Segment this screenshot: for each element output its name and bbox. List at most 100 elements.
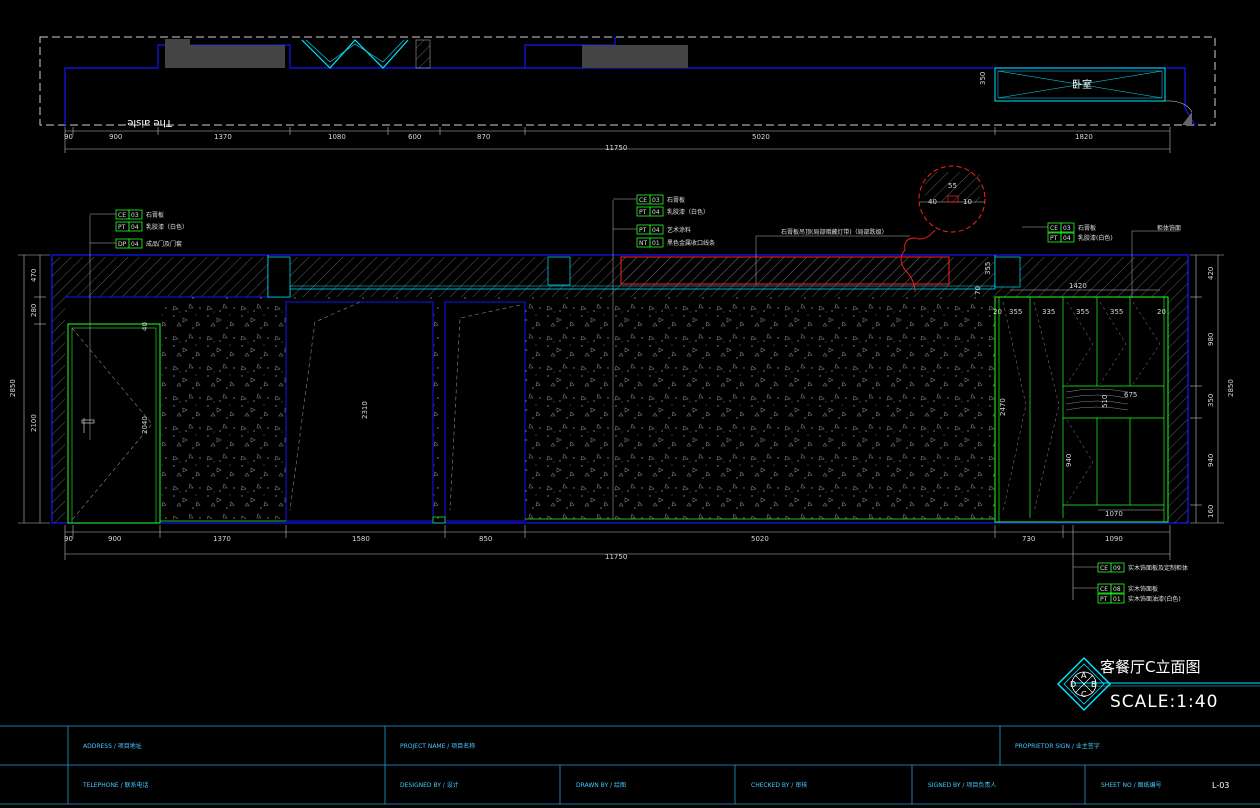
title-block xyxy=(0,725,1260,805)
plan-dim-6: 870 xyxy=(477,133,490,141)
drawing-scale: SCALE:1:40 xyxy=(1110,692,1218,712)
tag-number: 04 xyxy=(131,224,139,231)
ceiling-note: 石膏板吊顶(局部暗藏灯带)（局部跌级） xyxy=(781,228,888,236)
tag-text: 实木饰面油漆(白色) xyxy=(1128,595,1181,603)
cab-height-dim: 2470 xyxy=(999,398,1007,416)
plan-side-dim: 350 xyxy=(979,72,987,85)
plan-dim-total: 11750 xyxy=(605,144,627,152)
opening-2 xyxy=(444,301,526,522)
small-70-dim: 70 xyxy=(974,286,982,295)
plan-door-swing xyxy=(1164,100,1193,113)
tag-text: 乳胶漆(白色) xyxy=(1078,234,1113,242)
right-dim-5: 160 xyxy=(1207,505,1215,518)
material-tag: PT 04 乳胶漆(白色) xyxy=(1047,232,1113,243)
plan-column-2 xyxy=(190,45,285,68)
plan-dim-5: 600 xyxy=(408,133,421,141)
material-tag: NT 01 黑色金属收口线条 xyxy=(636,237,715,248)
tag-code: CE xyxy=(1100,565,1108,572)
tag-number: 04 xyxy=(1063,235,1071,242)
tag-text: 乳胶漆（白色） xyxy=(667,208,709,216)
elev-dim-1: 90 xyxy=(64,535,73,543)
tb-designed: DESIGNED BY / 设计 xyxy=(400,781,459,789)
tag-text: 黑色金属收口线条 xyxy=(667,239,715,247)
tag-code: CE xyxy=(639,197,647,204)
material-tag: DP 04 成品门及门套 xyxy=(115,238,182,249)
cab-lower-dim: 940 xyxy=(1065,454,1073,467)
material-tag: PT 04 艺术涂料 xyxy=(636,224,691,235)
plan-dim-4: 1080 xyxy=(328,133,346,141)
tag-text: 乳胶漆（白色） xyxy=(146,223,188,231)
material-tag: CE 08 实木饰面板 xyxy=(1097,583,1158,594)
opening-1 xyxy=(285,301,434,522)
elev-dim-total: 11750 xyxy=(605,553,627,561)
plan-dim-2: 900 xyxy=(109,133,122,141)
tag-number: 09 xyxy=(1113,565,1121,572)
elev-dim-3: 1370 xyxy=(213,535,231,543)
ceiling-recess-2 xyxy=(547,256,571,286)
cab-col-1: 20 xyxy=(993,308,1002,316)
tb-signed: SIGNED BY / 项目负责人 xyxy=(928,781,996,789)
right-dim-4: 940 xyxy=(1207,454,1215,467)
tb-drawn: DRAWN BY / 绘图 xyxy=(576,781,626,789)
elev-dim-7: 730 xyxy=(1022,535,1035,543)
tb-checked: CHECKED BY / 审核 xyxy=(751,781,807,789)
material-tag: PT 01 实木饰面油漆(白色) xyxy=(1097,593,1181,604)
tag-number: 04 xyxy=(652,227,660,234)
elev-dim-6: 5020 xyxy=(751,535,769,543)
plan-column-3 xyxy=(582,45,688,68)
cab-col-2: 355 xyxy=(1009,308,1022,316)
door-height-dim: 2040 xyxy=(141,416,149,434)
tag-number: 08 xyxy=(1113,586,1121,593)
right-wall-hatch xyxy=(1168,257,1188,523)
tag-text: 实木饰面板及定制柜体 xyxy=(1128,564,1188,572)
left-dim-total: 2850 xyxy=(9,379,17,397)
opening-height-dim: 2310 xyxy=(361,401,369,419)
plan-corner-fill xyxy=(1182,112,1192,125)
tag-number: 04 xyxy=(131,241,139,248)
tb-telephone: TELEPHONE / 联系电话 xyxy=(82,781,149,789)
right-dim-2: 980 xyxy=(1207,333,1215,346)
tag-number: 01 xyxy=(652,240,660,247)
cab-col-4: 355 xyxy=(1076,308,1089,316)
plan-wall-line-2 xyxy=(525,67,1196,126)
plan-stair-marker xyxy=(415,39,431,69)
tag-code: PT xyxy=(118,224,126,231)
tag-text: 艺术涂料 xyxy=(667,226,691,234)
ceiling-recess-3 xyxy=(994,256,1021,288)
elev-dim-4: 1580 xyxy=(352,535,370,543)
plan-room-label: 卧室 xyxy=(1072,78,1092,91)
index-letter-c: C xyxy=(1081,690,1087,699)
elevation-drawing: 卧室 350 The aisle 90 900 1370 1080 600 87… xyxy=(0,36,1260,805)
plan-column-1 xyxy=(165,39,190,68)
tb-sheet: SHEET NO / 图纸编号 xyxy=(1101,781,1162,789)
tag-number: 03 xyxy=(652,197,660,204)
detail-dim-10: 10 xyxy=(963,198,972,206)
drawing-name: 客餐厅C立面图 xyxy=(1100,658,1200,676)
tag-number: 04 xyxy=(652,209,660,216)
cab-shelf-dim: 675 xyxy=(1124,391,1137,399)
art-paint-wall xyxy=(160,297,995,519)
tag-code: PT xyxy=(1100,596,1108,603)
tag-code: CE xyxy=(118,212,126,219)
right-dim-3: 350 xyxy=(1207,394,1215,407)
detail-dim-40: 40 xyxy=(928,198,937,206)
tag-text: 成品门及门套 xyxy=(146,240,182,248)
tag-code: PT xyxy=(639,227,647,234)
elevation-view: 55 40 10 xyxy=(51,165,1189,524)
cab-top-width-dim: 1420 xyxy=(1069,282,1087,290)
built-in-cabinet xyxy=(994,296,1169,523)
tag-number: 03 xyxy=(1063,225,1071,232)
material-tag: CE 03 石膏板 xyxy=(636,194,685,205)
door-gap-dim: 40 xyxy=(141,322,149,331)
tag-text: 实木饰面板 xyxy=(1128,585,1158,593)
tag-text: 石膏板 xyxy=(146,211,164,219)
material-tag: PT 04 乳胶漆（白色） xyxy=(115,221,188,232)
cab-col-3: 335 xyxy=(1042,308,1055,316)
cab-bottom-dim: 1070 xyxy=(1105,510,1123,518)
tag-code: CE xyxy=(1050,225,1058,232)
plan-dim-3: 1370 xyxy=(214,133,232,141)
tag-code: DP xyxy=(118,241,127,248)
elev-dim-2: 900 xyxy=(108,535,121,543)
cab-col-6: 20 xyxy=(1157,308,1166,316)
left-dim-1: 470 xyxy=(30,269,38,282)
